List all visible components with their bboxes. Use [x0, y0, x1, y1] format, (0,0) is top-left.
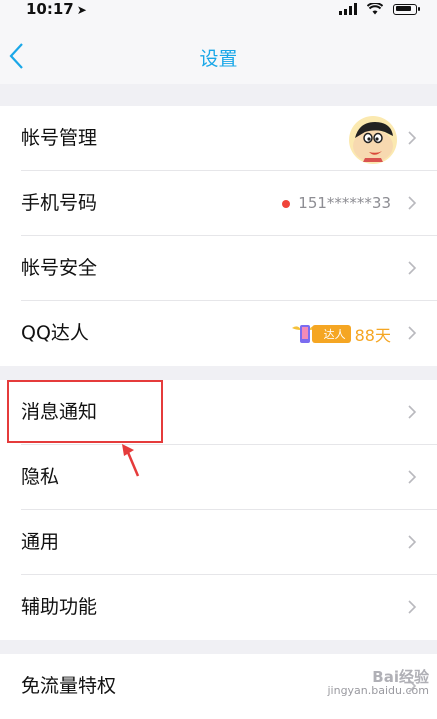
chevron-right-icon	[408, 131, 417, 145]
phone-value: 151******33	[282, 171, 391, 236]
settings-group-account: 帐号管理 手机号码 151******33 帐号安全 QQ达人 达人 88天	[0, 106, 437, 366]
chevron-right-icon	[408, 470, 417, 484]
nav-bar: 设置	[0, 20, 437, 84]
row-label: QQ达人	[21, 322, 89, 344]
page-title: 设置	[199, 48, 238, 70]
row-account-management[interactable]: 帐号管理	[0, 106, 437, 171]
chevron-right-icon	[408, 326, 417, 340]
row-accessibility[interactable]: 辅助功能	[0, 575, 437, 640]
highlight-annotation-box	[7, 380, 163, 443]
watermark-logo: Bai经验	[372, 668, 429, 686]
row-label: 帐号安全	[21, 257, 98, 279]
daren-status: 达人 88天	[290, 301, 391, 366]
daren-days: 88天	[354, 325, 391, 345]
row-phone-number[interactable]: 手机号码 151******33	[0, 171, 437, 236]
row-general[interactable]: 通用	[0, 510, 437, 575]
status-bar: 10:17 ➤	[0, 0, 437, 20]
row-account-security[interactable]: 帐号安全	[0, 236, 437, 301]
chevron-right-icon	[408, 535, 417, 549]
annotation-arrow-icon	[122, 444, 140, 477]
row-label: 免流量特权	[21, 675, 117, 697]
watermark-url: jingyan.baidu.com	[327, 684, 429, 697]
chevron-right-icon	[408, 261, 417, 275]
watermark: Bai经验 jingyan.baidu.com	[327, 670, 429, 698]
phone-number-text: 151******33	[298, 194, 391, 212]
row-label: 辅助功能	[21, 596, 98, 618]
clock-text: 10:17	[26, 0, 74, 18]
location-icon: ➤	[76, 3, 87, 17]
chevron-right-icon	[408, 196, 417, 210]
battery-icon	[393, 3, 420, 15]
row-label: 手机号码	[21, 192, 98, 214]
cellular-signal-icon	[339, 3, 357, 15]
status-icons	[339, 3, 420, 15]
row-qq-daren[interactable]: QQ达人 达人 88天	[0, 301, 437, 366]
red-dot-badge	[282, 199, 291, 208]
row-label: 隐私	[21, 466, 60, 488]
wifi-icon	[367, 3, 383, 15]
daren-label: 达人	[311, 324, 351, 343]
chevron-right-icon	[408, 405, 417, 419]
status-time: 10:17 ➤	[26, 0, 87, 20]
row-label: 通用	[21, 531, 60, 553]
daren-badge: 达人	[290, 322, 351, 346]
chevron-right-icon	[408, 600, 417, 614]
avatar	[349, 116, 397, 164]
row-privacy[interactable]: 隐私	[0, 445, 437, 510]
row-label: 帐号管理	[21, 127, 98, 149]
